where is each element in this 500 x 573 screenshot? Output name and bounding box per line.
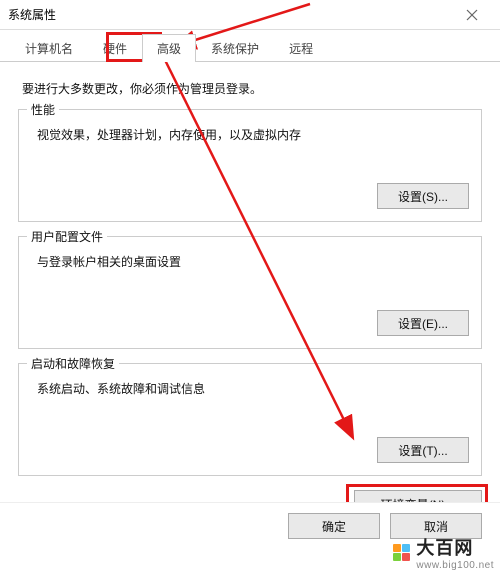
startup-settings-button[interactable]: 设置(T)... (377, 437, 469, 463)
tab-hardware[interactable]: 硬件 (88, 34, 142, 62)
startup-desc: 系统启动、系统故障和调试信息 (37, 380, 469, 397)
tab-bar: 计算机名 硬件 高级 系统保护 远程 (0, 30, 500, 62)
performance-desc: 视觉效果，处理器计划，内存使用，以及虚拟内存 (37, 126, 469, 143)
close-button[interactable] (452, 1, 492, 29)
tab-content-advanced: 要进行大多数更改，你必须作为管理员登录。 视觉效果，处理器计划，内存使用，以及虚… (0, 62, 500, 476)
close-icon (466, 9, 478, 21)
titlebar: 系统属性 (0, 0, 500, 30)
tab-computername[interactable]: 计算机名 (10, 34, 88, 62)
tab-advanced[interactable]: 高级 (142, 34, 196, 62)
userprofiles-settings-button[interactable]: 设置(E)... (377, 310, 469, 336)
userprofiles-desc: 与登录帐户相关的桌面设置 (37, 253, 469, 270)
watermark-brand: 大百网 (416, 534, 494, 560)
tab-remote[interactable]: 远程 (274, 34, 328, 62)
group-startup: 系统启动、系统故障和调试信息 设置(T)... (18, 363, 482, 476)
group-userprofiles: 与登录帐户相关的桌面设置 设置(E)... (18, 236, 482, 349)
admin-note: 要进行大多数更改，你必须作为管理员登录。 (22, 80, 482, 97)
watermark-url: www.big100.net (416, 560, 494, 571)
ok-button[interactable]: 确定 (288, 513, 380, 539)
watermark: 大百网 www.big100.net (392, 534, 494, 571)
performance-settings-button[interactable]: 设置(S)... (377, 183, 469, 209)
tab-systemprotection[interactable]: 系统保护 (196, 34, 274, 62)
group-performance: 视觉效果，处理器计划，内存使用，以及虚拟内存 设置(S)... (18, 109, 482, 222)
watermark-logo-icon (392, 544, 410, 562)
window-title: 系统属性 (8, 6, 452, 23)
